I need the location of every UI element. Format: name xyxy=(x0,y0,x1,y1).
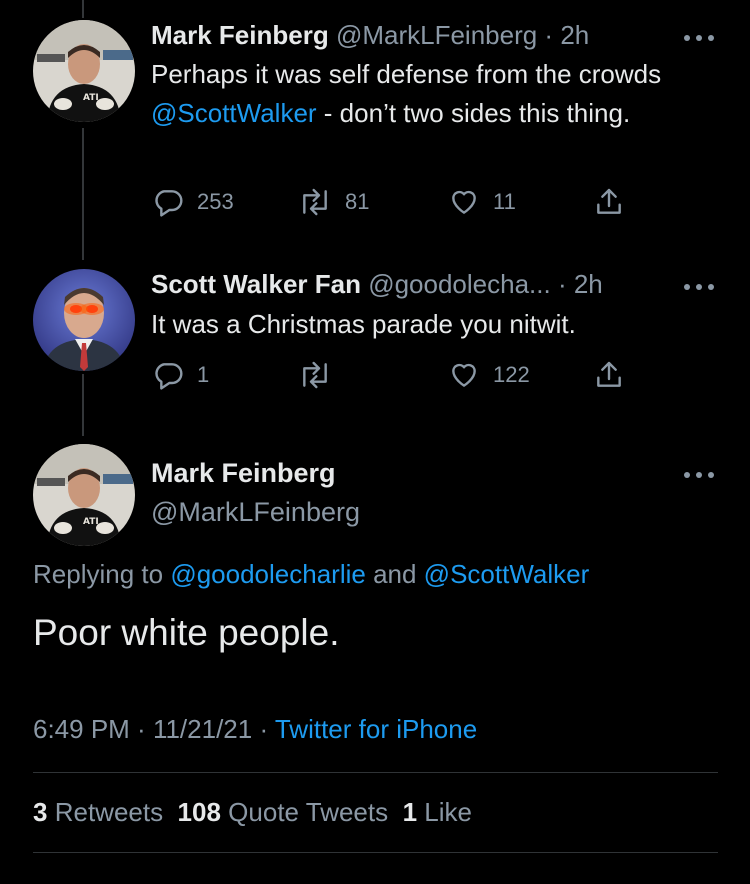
retweets-label: Retweets xyxy=(54,797,164,827)
quote-tweets-count: 108 xyxy=(177,797,221,827)
heart-icon xyxy=(452,363,476,387)
likes-label: Like xyxy=(424,797,472,827)
retweet-button[interactable] xyxy=(297,359,345,391)
reply-button[interactable]: 253 xyxy=(151,186,234,218)
separator: · xyxy=(129,714,153,744)
retweet-icon xyxy=(303,188,327,216)
author-name[interactable]: Scott Walker Fan xyxy=(151,269,361,299)
mention-link[interactable]: @ScottWalker xyxy=(151,98,317,128)
separator: · xyxy=(537,20,561,50)
author-handle[interactable]: @MarkLFeinberg xyxy=(151,497,360,528)
retweet-count: 81 xyxy=(345,189,370,214)
tweet-text: Perhaps it was self defense from the cro… xyxy=(151,55,711,133)
svg-text:ATI: ATI xyxy=(83,93,99,103)
avatar[interactable]: ATI xyxy=(33,444,135,546)
more-options-icon[interactable] xyxy=(682,470,716,480)
thread-line xyxy=(82,374,84,436)
heart-icon xyxy=(452,190,476,214)
share-button[interactable] xyxy=(593,186,625,218)
separator: · xyxy=(252,714,275,744)
tweet-date[interactable]: 11/21/21 xyxy=(153,714,252,744)
divider xyxy=(33,772,718,773)
thread-line xyxy=(82,0,84,18)
avatar[interactable]: ATI xyxy=(33,20,135,122)
more-options-icon[interactable] xyxy=(682,33,716,43)
author-handle[interactable]: @MarkLFeinberg xyxy=(336,20,537,50)
mention-link[interactable]: @goodolecharlie xyxy=(170,559,366,589)
tweet-header: Mark Feinberg @MarkLFeinberg · 2h xyxy=(151,19,589,51)
share-icon xyxy=(597,188,621,214)
reply-icon xyxy=(155,190,183,217)
tweet-text: Poor white people. xyxy=(33,612,340,653)
author-name[interactable]: Mark Feinberg xyxy=(151,458,336,489)
reply-count: 1 xyxy=(197,362,210,387)
reply-icon xyxy=(155,363,183,390)
tweet-text-part: - don’t two sides this thing. xyxy=(316,98,631,128)
retweet-icon xyxy=(303,361,327,389)
divider xyxy=(33,852,718,853)
share-icon xyxy=(597,361,621,387)
reply-button[interactable]: 1 xyxy=(151,359,209,391)
tweet-header: Scott Walker Fan @goodolecha... · 2h xyxy=(151,268,603,300)
tweet-time[interactable]: 2h xyxy=(574,269,603,299)
tweet-stats: 3 Retweets 108 Quote Tweets 1 Like xyxy=(33,797,472,828)
svg-text:ATI: ATI xyxy=(83,517,99,527)
likes-count: 1 xyxy=(402,797,418,827)
avatar[interactable] xyxy=(33,269,135,371)
author-name[interactable]: Mark Feinberg xyxy=(151,20,329,50)
share-button[interactable] xyxy=(593,359,625,391)
retweets-stat[interactable]: 3 Retweets xyxy=(33,797,163,827)
replying-and: and xyxy=(365,559,424,589)
quote-tweets-label: Quote Tweets xyxy=(228,797,389,827)
author-handle[interactable]: @goodolecha... xyxy=(368,269,551,299)
separator: · xyxy=(550,269,574,299)
tweet-text-part: Perhaps it was self defense from the cro… xyxy=(151,59,662,89)
tweet-time[interactable]: 6:49 PM xyxy=(33,714,130,744)
reply-count: 253 xyxy=(197,189,234,214)
like-button[interactable]: 122 xyxy=(447,359,530,391)
like-button[interactable]: 11 xyxy=(447,186,516,218)
tweet-meta: 6:49 PM · 11/21/21 · Twitter for iPhone xyxy=(33,714,477,745)
tweet-source[interactable]: Twitter for iPhone xyxy=(275,714,477,744)
likes-stat[interactable]: 1 Like xyxy=(403,797,472,827)
replying-prefix: Replying to xyxy=(33,559,171,589)
thread-line xyxy=(82,128,84,260)
tweet-time[interactable]: 2h xyxy=(560,20,589,50)
tweet-actions: 253 81 11 xyxy=(151,186,641,220)
mention-link[interactable]: @ScottWalker xyxy=(424,559,590,589)
tweet-text: It was a Christmas parade you nitwit. xyxy=(151,309,576,339)
retweets-count: 3 xyxy=(33,797,48,827)
replying-to: Replying to @goodolecharlie and @ScottWa… xyxy=(33,559,589,590)
like-count: 11 xyxy=(493,189,516,214)
tweet-actions: 1 122 xyxy=(151,359,641,393)
like-count: 122 xyxy=(493,362,530,387)
quote-tweets-stat[interactable]: 108 Quote Tweets xyxy=(178,797,389,827)
retweet-button[interactable]: 81 xyxy=(297,186,369,218)
more-options-icon[interactable] xyxy=(682,282,716,292)
